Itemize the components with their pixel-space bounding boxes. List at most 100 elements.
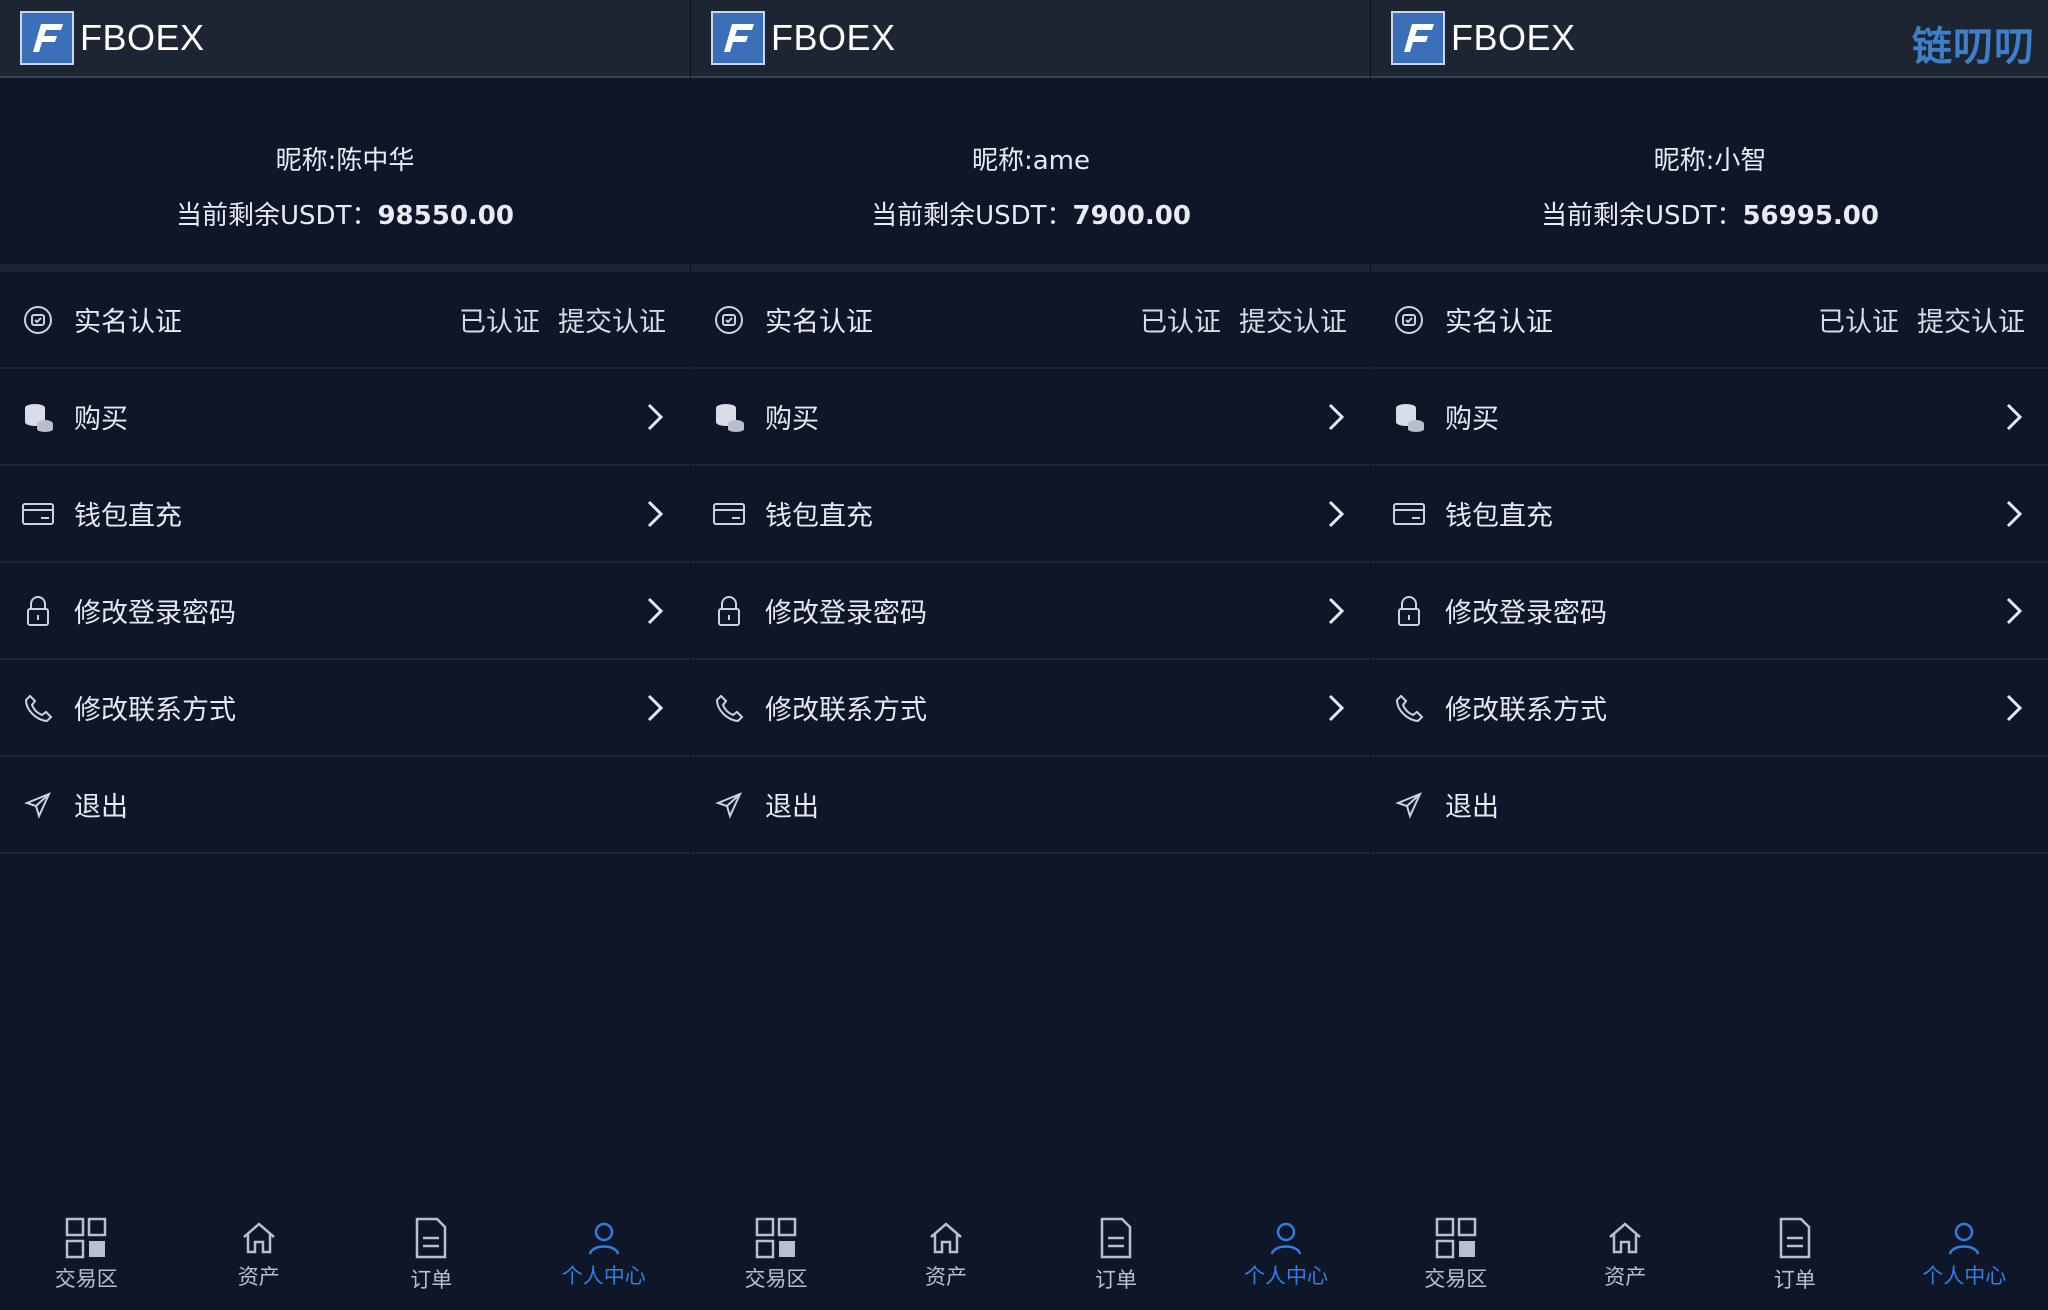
card-icon [20, 496, 56, 532]
menu-item-buy[interactable]: 购买 [691, 369, 1371, 466]
menu-item-change-contact[interactable]: 修改联系方式 [0, 660, 690, 757]
brand-name: FBOEX [771, 17, 896, 58]
bottom-tab-bar: 交易区 资产 订单 个人中心 [691, 1200, 1371, 1310]
tab-trading[interactable]: 交易区 [1386, 1217, 1526, 1293]
shield-icon [711, 302, 747, 338]
balance-value: 7900.00 [1072, 201, 1191, 231]
fboex-logo-icon [20, 11, 74, 65]
menu-item-verify[interactable]: 实名认证 已认证 提交认证 [691, 272, 1371, 369]
tab-label: 个人中心 [1922, 1264, 2007, 1288]
submit-verify-link[interactable]: 提交认证 [1239, 307, 1347, 338]
tab-label: 交易区 [744, 1267, 808, 1291]
profile-summary: 昵称:小智 当前剩余USDT：56995.00 [1371, 78, 2048, 272]
menu-label-verify: 实名认证 [74, 307, 182, 338]
card-icon [1391, 496, 1427, 532]
user-icon [1270, 1222, 1302, 1255]
tab-profile[interactable]: 个人中心 [1216, 1220, 1356, 1290]
grid-icon [1435, 1217, 1476, 1259]
menu-label-logout: 退出 [74, 792, 128, 823]
balance-value: 98550.00 [377, 201, 514, 231]
chevron-right-icon [2006, 500, 2023, 527]
submit-verify-link[interactable]: 提交认证 [1917, 307, 2025, 338]
chevron-right-icon [1328, 500, 1345, 527]
tab-profile[interactable]: 个人中心 [1894, 1220, 2034, 1290]
tab-orders[interactable]: 订单 [1725, 1216, 1865, 1294]
menu-item-wallet-recharge[interactable]: 钱包直充 [0, 466, 690, 563]
shield-icon [1391, 302, 1427, 338]
document-icon [1779, 1217, 1810, 1259]
profile-summary: 昵称:ame 当前剩余USDT：7900.00 [691, 78, 1371, 272]
menu-item-change-password[interactable]: 修改登录密码 [0, 563, 690, 660]
chevron-right-icon [647, 694, 664, 721]
usdt-balance: 当前剩余USDT：7900.00 [871, 195, 1191, 232]
menu-label-verify: 实名认证 [1445, 307, 1553, 338]
phone-screen-2: FBOEX 昵称:ame 当前剩余USDT：7900.00 实名认证 已认证 提交… [690, 0, 1371, 1310]
home-icon [1609, 1222, 1642, 1254]
tab-assets[interactable]: 资产 [1555, 1219, 1695, 1291]
verify-status: 已认证 [1818, 307, 1899, 338]
lock-icon [711, 593, 747, 629]
shield-icon [20, 302, 56, 338]
home-icon [242, 1222, 275, 1254]
menu-item-verify[interactable]: 实名认证 已认证 提交认证 [0, 272, 690, 369]
balance-label: 当前剩余USDT： [871, 201, 1073, 231]
bottom-tab-bar: 交易区 资产 订单 个人中心 [1371, 1200, 2048, 1310]
tab-assets[interactable]: 资产 [876, 1219, 1016, 1291]
tab-label: 资产 [237, 1265, 280, 1289]
tab-label: 交易区 [1424, 1267, 1488, 1291]
tab-label: 个人中心 [1244, 1264, 1328, 1288]
home-icon [930, 1222, 962, 1254]
grid-icon [755, 1217, 797, 1259]
menu-item-change-contact[interactable]: 修改联系方式 [1371, 660, 2048, 757]
menu-item-verify[interactable]: 实名认证 已认证 提交认证 [1371, 272, 2048, 369]
menu-item-wallet-recharge[interactable]: 钱包直充 [691, 466, 1371, 563]
phone-icon [1391, 690, 1427, 726]
tab-orders[interactable]: 订单 [361, 1216, 501, 1294]
grid-icon [66, 1217, 107, 1259]
tab-label: 订单 [1095, 1268, 1137, 1292]
chevron-right-icon [1328, 403, 1345, 430]
fboex-logo-icon [711, 11, 765, 65]
app-header: FBOEX [0, 0, 690, 78]
chevron-right-icon [647, 403, 664, 430]
tab-profile[interactable]: 个人中心 [534, 1220, 674, 1290]
menu-item-change-password[interactable]: 修改登录密码 [691, 563, 1371, 660]
menu-item-change-contact[interactable]: 修改联系方式 [691, 660, 1371, 757]
menu-item-logout[interactable]: 退出 [1371, 757, 2048, 854]
card-icon [711, 496, 747, 532]
lock-icon [1391, 593, 1427, 629]
tab-trading[interactable]: 交易区 [16, 1217, 156, 1293]
send-icon [20, 787, 56, 823]
menu-item-change-password[interactable]: 修改登录密码 [1371, 563, 2048, 660]
menu-label-password: 修改登录密码 [74, 598, 236, 629]
menu-label-wallet: 钱包直充 [74, 501, 182, 532]
chevron-right-icon [647, 597, 664, 624]
nickname: 昵称:小智 [1653, 146, 1767, 176]
document-icon [1100, 1217, 1132, 1259]
menu-item-buy[interactable]: 购买 [0, 369, 690, 466]
menu-label-buy: 购买 [1445, 404, 1499, 435]
menu-label-logout: 退出 [1445, 792, 1499, 823]
tab-assets[interactable]: 资产 [189, 1219, 329, 1291]
profile-summary: 昵称:陈中华 当前剩余USDT：98550.00 [0, 78, 690, 272]
phone-screen-1: FBOEX 昵称:陈中华 当前剩余USDT：98550.00 实名认证 已认证提… [0, 0, 690, 1310]
coins-icon [711, 399, 747, 435]
menu-item-logout[interactable]: 退出 [0, 757, 690, 854]
menu-item-logout[interactable]: 退出 [691, 757, 1371, 854]
tab-trading[interactable]: 交易区 [706, 1217, 846, 1293]
tab-orders[interactable]: 订单 [1046, 1216, 1186, 1294]
tab-label: 个人中心 [561, 1264, 646, 1288]
chevron-right-icon [1328, 694, 1345, 721]
menu-item-buy[interactable]: 购买 [1371, 369, 2048, 466]
menu-label-logout: 退出 [765, 792, 819, 823]
phone-icon [711, 690, 747, 726]
verify-status: 已认证 [459, 307, 540, 338]
submit-verify-link[interactable]: 提交认证 [558, 307, 666, 338]
menu-label-wallet: 钱包直充 [765, 501, 873, 532]
send-icon [711, 787, 747, 823]
menu-label-buy: 购买 [765, 404, 819, 435]
app-header: FBOEX [691, 0, 1371, 78]
menu-label-wallet: 钱包直充 [1445, 501, 1553, 532]
menu-item-wallet-recharge[interactable]: 钱包直充 [1371, 466, 2048, 563]
usdt-balance: 当前剩余USDT：56995.00 [1541, 195, 1879, 232]
